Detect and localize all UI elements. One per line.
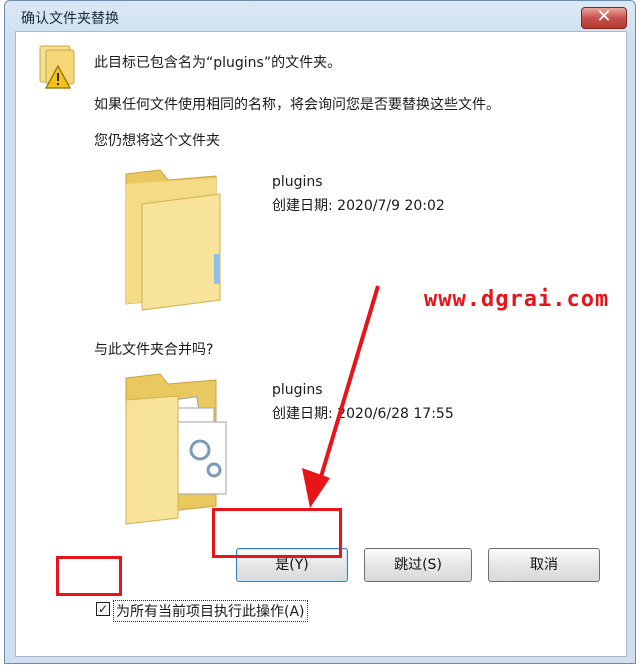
message-line-1: 此目标已包含名为“plugins”的文件夹。 [94, 55, 342, 71]
folder-warning-icon [39, 45, 75, 89]
source-folder-icon [125, 373, 227, 525]
annotation-box-yes [212, 508, 342, 558]
apply-all-checkbox[interactable]: ✓ [96, 602, 110, 616]
window-title: 确认文件夹替换 [21, 11, 119, 27]
skip-button[interactable]: 跳过(S) [364, 548, 472, 582]
cancel-button[interactable]: 取消 [488, 548, 600, 582]
target-folder-icon [125, 169, 221, 311]
merge-question: 与此文件夹合并吗? [94, 342, 214, 358]
apply-all-label[interactable]: 为所有当前项目执行此操作(A) [113, 600, 308, 622]
message-line-2: 如果任何文件使用相同的名称，将会询问您是否要替换这些文件。 [94, 97, 500, 113]
annotation-arrow [302, 285, 380, 508]
annotation-box-checkbox [56, 556, 122, 596]
target-folder-date: 创建日期: 2020/7/9 20:02 [272, 198, 445, 214]
close-button[interactable]: ✕ [581, 7, 627, 29]
watermark-text: www.dgrai.com [424, 287, 610, 312]
message-line-3: 您仍想将这个文件夹 [94, 133, 220, 149]
title-bar: 确认文件夹替换 ✕ [5, 1, 635, 33]
target-folder-name: plugins [272, 174, 323, 190]
